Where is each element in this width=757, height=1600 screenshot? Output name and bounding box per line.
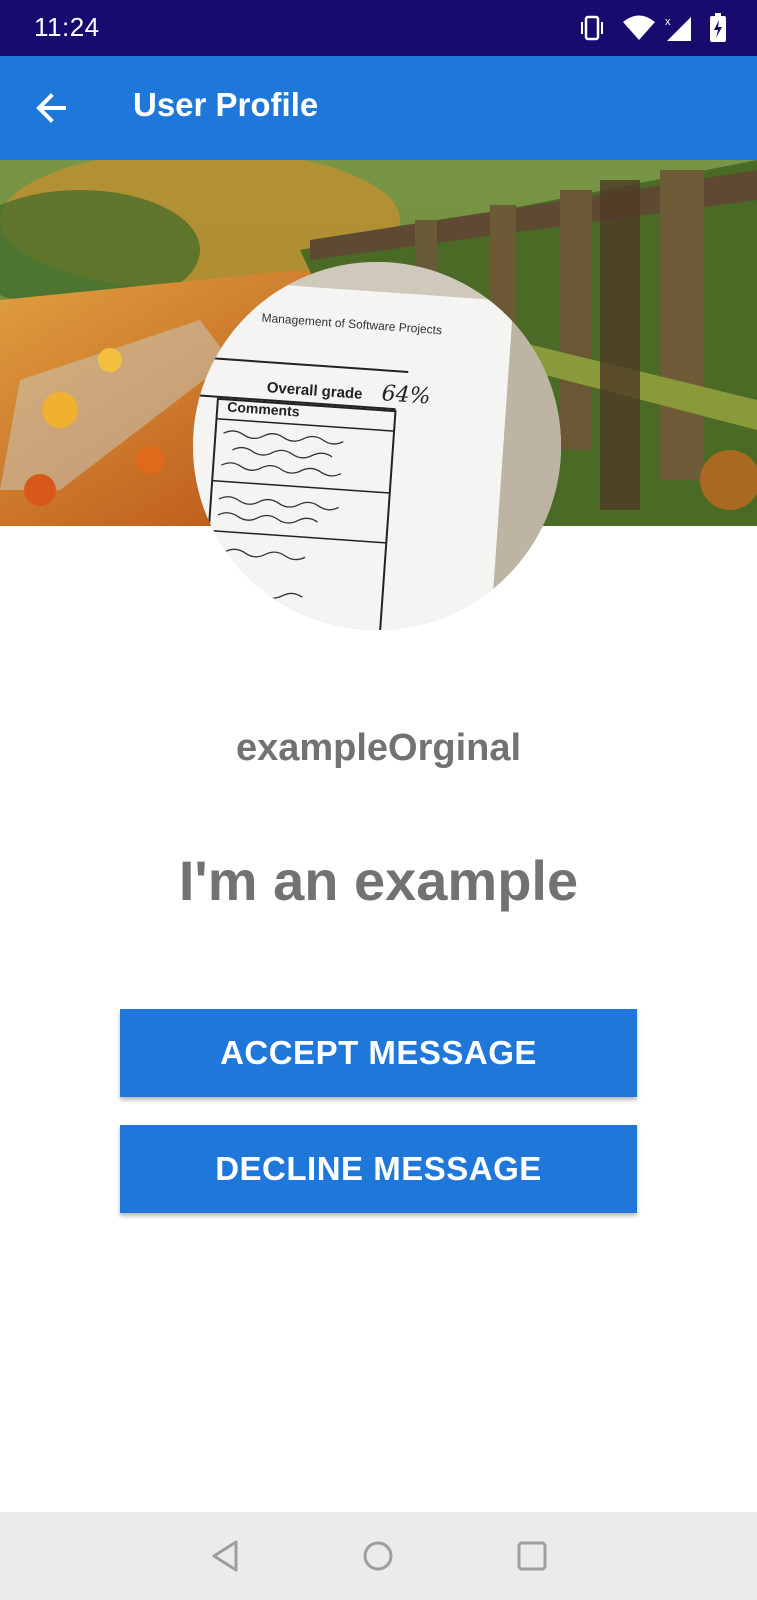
home-circle-icon bbox=[363, 1541, 393, 1571]
signal-icon: x bbox=[665, 16, 691, 41]
vibrate-icon bbox=[581, 15, 603, 41]
page-title: User Profile bbox=[133, 86, 319, 123]
app-bar: User Profile bbox=[0, 56, 757, 160]
nav-home-button[interactable] bbox=[356, 1534, 400, 1578]
back-triangle-icon bbox=[212, 1540, 238, 1572]
navigation-bar bbox=[0, 1512, 757, 1600]
wifi-icon bbox=[623, 15, 655, 40]
username: exampleOrginal bbox=[235, 727, 522, 769]
back-button[interactable] bbox=[24, 80, 80, 136]
nav-back-button[interactable] bbox=[204, 1534, 248, 1578]
status-bar: 11:24 x bbox=[0, 0, 757, 56]
avatar[interactable]: Management of Software Projects Overall … bbox=[193, 262, 561, 630]
arrow-back-icon bbox=[36, 93, 66, 123]
svg-text:x: x bbox=[665, 16, 671, 28]
accept-message-button[interactable]: ACCEPT MESSAGE bbox=[120, 1009, 637, 1097]
profile-status: I'm an example bbox=[178, 849, 579, 912]
recents-square-icon bbox=[517, 1541, 547, 1571]
status-time: 11:24 bbox=[34, 12, 100, 42]
battery-charging-icon bbox=[710, 13, 726, 42]
nav-recents-button[interactable] bbox=[510, 1534, 554, 1578]
doc-grade: 64% bbox=[381, 381, 432, 409]
decline-message-button[interactable]: DECLINE MESSAGE bbox=[120, 1125, 637, 1213]
